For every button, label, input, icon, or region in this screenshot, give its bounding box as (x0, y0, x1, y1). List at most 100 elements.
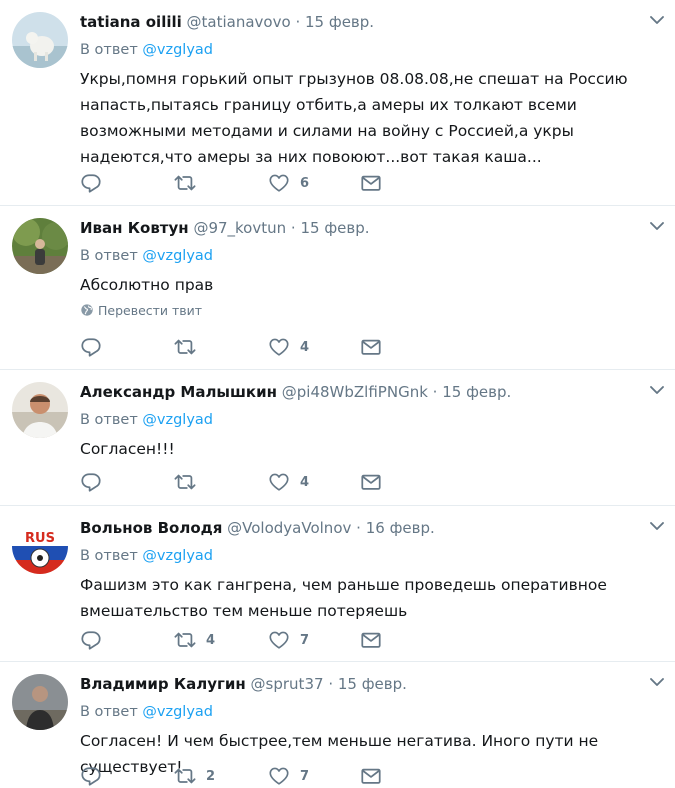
reply-context: В ответ @vzglyad (80, 702, 213, 722)
direct-message-button[interactable] (360, 470, 382, 494)
retweet-button[interactable] (174, 335, 206, 359)
direct-message-button[interactable] (360, 171, 382, 195)
retweet-button[interactable]: 4 (174, 628, 215, 652)
tweet-text: Укры,помня горький опыт грызунов 08.08.0… (80, 70, 628, 166)
heart-icon (268, 629, 290, 651)
reply-button[interactable] (80, 470, 102, 494)
chevron-down-icon[interactable] (649, 384, 665, 396)
avatar[interactable] (12, 382, 68, 438)
user-name[interactable]: Александр Малышкин (80, 383, 277, 401)
chevron-down-icon[interactable] (649, 676, 665, 688)
avatar[interactable] (12, 674, 68, 730)
retweet-button[interactable] (174, 470, 206, 494)
tweet-date[interactable]: 15 февр. (300, 219, 369, 237)
user-name[interactable]: tatiana oilili (80, 13, 182, 31)
tweet-actions: 2 7 (80, 764, 400, 788)
retweet-count: 4 (206, 632, 216, 648)
like-count: 4 (300, 474, 310, 490)
heart-icon (268, 765, 290, 787)
like-button[interactable]: 7 (268, 764, 309, 788)
mention-link[interactable]: @vzglyad (142, 248, 213, 264)
reply-button[interactable] (80, 764, 102, 788)
retweet-count: 2 (206, 768, 216, 784)
reply-button[interactable] (80, 171, 102, 195)
tweet-actions: 4 (80, 470, 400, 494)
chevron-down-icon[interactable] (649, 220, 665, 232)
reply-icon (80, 629, 102, 651)
envelope-icon (360, 471, 382, 493)
reply-button[interactable] (80, 335, 102, 359)
separator-dot: · (432, 383, 438, 401)
direct-message-button[interactable] (360, 335, 382, 359)
user-name[interactable]: Иван Ковтун (80, 219, 189, 237)
tweet[interactable]: RUS Вольнов Володя @VolodyaVolnov · 16 ф… (0, 506, 675, 662)
avatar[interactable]: RUS (12, 518, 68, 574)
globe-icon (80, 303, 94, 317)
reply-context: В ответ @vzglyad (80, 546, 213, 566)
reply-context: В ответ @vzglyad (80, 410, 213, 430)
tweet-date[interactable]: 15 февр. (338, 675, 407, 693)
reply-prefix: В ответ (80, 412, 138, 428)
like-count: 7 (300, 768, 310, 784)
reply-context: В ответ @vzglyad (80, 246, 213, 266)
user-handle[interactable]: @VolodyaVolnov (227, 519, 351, 537)
tweet-date[interactable]: 15 февр. (305, 13, 374, 31)
mention-link[interactable]: @vzglyad (142, 548, 213, 564)
avatar-text: RUS (25, 531, 55, 546)
user-handle[interactable]: @97_kovtun (193, 219, 286, 237)
chevron-down-icon[interactable] (649, 14, 665, 26)
tweet[interactable]: Иван Ковтун @97_kovtun · 15 февр. В отве… (0, 206, 675, 370)
reply-prefix: В ответ (80, 548, 138, 564)
mention-link[interactable]: @vzglyad (142, 42, 213, 58)
like-count: 6 (300, 175, 310, 191)
translate-label: Перевести твит (98, 303, 203, 318)
tweet-date[interactable]: 16 февр. (366, 519, 435, 537)
retweet-icon (174, 471, 196, 493)
tweet[interactable]: tatiana oilili @tatianavovo · 15 февр. В… (0, 0, 675, 206)
user-handle[interactable]: @tatianavovo (187, 13, 291, 31)
retweet-button[interactable]: 2 (174, 764, 215, 788)
reply-icon (80, 336, 102, 358)
separator-dot: · (356, 519, 361, 537)
separator-dot: · (295, 13, 301, 31)
avatar[interactable] (12, 12, 68, 68)
reply-prefix: В ответ (80, 248, 138, 264)
like-button[interactable]: 6 (268, 171, 309, 195)
like-count: 4 (300, 339, 310, 355)
user-handle[interactable]: @sprut37 (251, 675, 324, 693)
like-button[interactable]: 7 (268, 628, 309, 652)
like-button[interactable]: 4 (268, 470, 309, 494)
mention-link[interactable]: @vzglyad (142, 412, 213, 428)
tweet-header: Александр Малышкин @pi48WbZlfiPNGnk · 15… (80, 382, 511, 402)
tweet-header: tatiana oilili @tatianavovo · 15 февр. (80, 12, 374, 32)
heart-icon (268, 336, 290, 358)
reply-context: В ответ @vzglyad (80, 40, 213, 60)
retweet-button[interactable] (174, 171, 206, 195)
envelope-icon (360, 172, 382, 194)
tweet-date[interactable]: 15 февр. (442, 383, 511, 401)
separator-dot: · (290, 219, 296, 237)
like-button[interactable]: 4 (268, 335, 309, 359)
tweet[interactable]: Александр Малышкин @pi48WbZlfiPNGnk · 15… (0, 370, 675, 506)
tweet-header: Иван Ковтун @97_kovtun · 15 февр. (80, 218, 370, 238)
user-handle[interactable]: @pi48WbZlfiPNGnk (282, 383, 428, 401)
direct-message-button[interactable] (360, 764, 382, 788)
reply-button[interactable] (80, 628, 102, 652)
mention-link[interactable]: @vzglyad (142, 704, 213, 720)
tweet[interactable]: Владимир Калугин @sprut37 · 15 февр. В о… (0, 662, 675, 783)
direct-message-button[interactable] (360, 628, 382, 652)
tweet-actions: 4 (80, 335, 400, 359)
translate-tweet-link[interactable]: Перевести твит (80, 303, 202, 319)
tweet-text: Согласен!!! (80, 440, 175, 458)
separator-dot: · (328, 675, 334, 693)
chevron-down-icon[interactable] (649, 520, 665, 532)
tweet-header: Вольнов Володя @VolodyaVolnov · 16 февр. (80, 518, 435, 538)
envelope-icon (360, 629, 382, 651)
reply-icon (80, 172, 102, 194)
user-name[interactable]: Владимир Калугин (80, 675, 246, 693)
envelope-icon (360, 765, 382, 787)
user-name[interactable]: Вольнов Володя (80, 519, 222, 537)
reply-prefix: В ответ (80, 42, 138, 58)
reply-icon (80, 765, 102, 787)
avatar[interactable] (12, 218, 68, 274)
